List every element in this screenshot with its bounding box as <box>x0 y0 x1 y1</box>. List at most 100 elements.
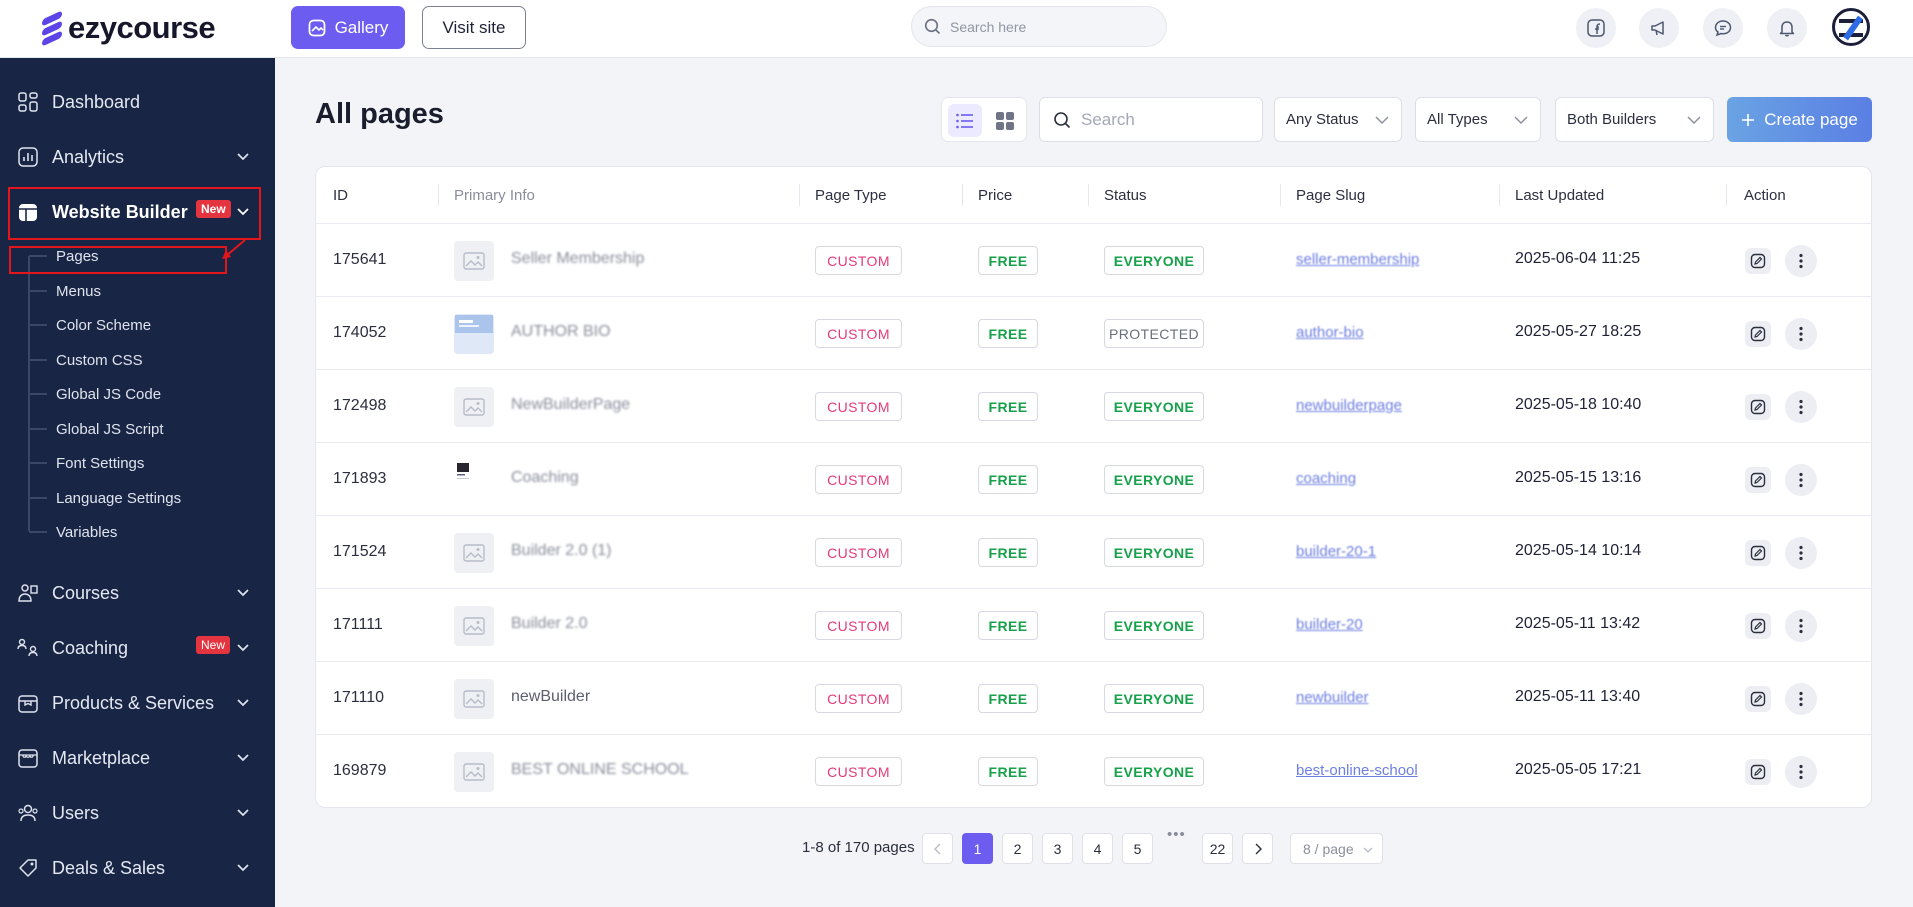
chat-icon[interactable] <box>1703 8 1743 48</box>
page-name[interactable]: Builder 2.0 (1) <box>511 542 612 560</box>
edit-page-button[interactable] <box>1745 321 1771 347</box>
pagination-ellipsis[interactable]: ••• <box>1167 826 1186 843</box>
submenu-item-global-js-code[interactable]: Global JS Code <box>28 381 161 407</box>
page-slug-link[interactable]: best-online-school <box>1296 762 1418 779</box>
submenu-item-language-settings[interactable]: Language Settings <box>28 485 181 511</box>
user-avatar[interactable] <box>1832 8 1870 46</box>
table-row[interactable]: 171524 Builder 2.0 (1) CUSTOM FREE EVERY… <box>316 516 1871 589</box>
table-row[interactable]: 171110 newBuilder CUSTOM FREE EVERYONE n… <box>316 662 1871 735</box>
edit-icon <box>1750 764 1766 780</box>
more-actions-button[interactable] <box>1785 756 1817 788</box>
page-slug-link[interactable]: newbuilderpage <box>1296 397 1402 414</box>
sidebar-item-analytics[interactable]: Analytics <box>0 135 275 179</box>
page-slug-link[interactable]: newbuilder <box>1296 689 1369 706</box>
chevron-down-icon <box>1363 847 1373 853</box>
page-thumbnail <box>454 241 494 281</box>
create-page-button[interactable]: Create page <box>1727 97 1872 142</box>
edit-page-button[interactable] <box>1745 540 1771 566</box>
edit-icon <box>1750 472 1766 488</box>
page-name[interactable]: Coaching <box>511 469 579 487</box>
more-actions-button[interactable] <box>1785 683 1817 715</box>
builder-filter-dropdown[interactable]: Both Builders <box>1555 97 1714 142</box>
submenu-item-custom-css[interactable]: Custom CSS <box>29 347 143 373</box>
gallery-button[interactable]: Gallery <box>291 6 405 49</box>
more-vertical-icon <box>1799 691 1803 707</box>
page-slug-link[interactable]: coaching <box>1296 470 1356 487</box>
submenu-item-font-settings[interactable]: Font Settings <box>28 450 144 476</box>
sidebar-item-marketplace[interactable]: Marketplace <box>0 736 275 780</box>
more-actions-button[interactable] <box>1785 391 1817 423</box>
next-page-button[interactable] <box>1242 833 1273 864</box>
edit-page-button[interactable] <box>1745 686 1771 712</box>
edit-page-button[interactable] <box>1745 394 1771 420</box>
page-type-tag: CUSTOM <box>815 392 902 421</box>
status-filter-dropdown[interactable]: Any Status <box>1274 97 1402 142</box>
sidebar-item-products-services[interactable]: Products & Services <box>0 681 275 725</box>
megaphone-icon[interactable] <box>1639 8 1679 48</box>
grid-view-button[interactable] <box>988 104 1022 137</box>
sidebar-item-coaching[interactable]: Coaching New <box>0 626 275 670</box>
submenu-item-menus[interactable]: Menus <box>28 278 101 304</box>
submenu-item-color-scheme[interactable]: Color Scheme <box>28 312 151 338</box>
image-placeholder-icon <box>463 617 485 635</box>
sidebar-item-courses[interactable]: Courses <box>0 571 275 615</box>
pages-search-input[interactable]: Search <box>1039 97 1263 142</box>
logo-mark-icon <box>40 10 64 47</box>
page-name[interactable]: NewBuilderPage <box>511 396 630 414</box>
chevron-down-icon <box>237 699 249 707</box>
page-button-5[interactable]: 5 <box>1122 833 1153 864</box>
table-row[interactable]: 169879 BEST ONLINE SCHOOL CUSTOM FREE EV… <box>316 735 1871 807</box>
page-type-tag: CUSTOM <box>815 757 902 786</box>
status-tag: EVERYONE <box>1104 757 1204 786</box>
price-tag: FREE <box>978 757 1038 786</box>
bell-icon[interactable] <box>1767 8 1807 48</box>
chevron-down-icon <box>1375 116 1389 124</box>
page-name[interactable]: AUTHOR BIO <box>511 323 611 341</box>
submenu-item-global-js-script[interactable]: Global JS Script <box>29 416 164 442</box>
edit-page-button[interactable] <box>1745 613 1771 639</box>
sidebar-item-deals-sales[interactable]: Deals & Sales <box>0 846 275 890</box>
page-thumbnail <box>454 679 494 719</box>
page-button-1[interactable]: 1 <box>962 833 993 864</box>
more-actions-button[interactable] <box>1785 610 1817 642</box>
table-row[interactable]: 175641 Seller Membership CUSTOM FREE EVE… <box>316 224 1871 297</box>
page-name[interactable]: Seller Membership <box>511 250 644 268</box>
facebook-icon[interactable] <box>1576 8 1616 48</box>
more-actions-button[interactable] <box>1785 318 1817 350</box>
page-size-select[interactable]: 8 / page <box>1290 833 1383 864</box>
list-view-button[interactable] <box>948 104 982 137</box>
brand-logo[interactable]: ezycourse <box>40 10 216 47</box>
table-row[interactable]: 171111 Builder 2.0 CUSTOM FREE EVERYONE … <box>316 589 1871 662</box>
page-name[interactable]: newBuilder <box>511 688 590 706</box>
visit-site-button[interactable]: Visit site <box>422 6 526 49</box>
page-slug-link[interactable]: author-bio <box>1296 324 1364 341</box>
page-button-2[interactable]: 2 <box>1002 833 1033 864</box>
submenu-item-variables[interactable]: Variables <box>28 519 117 545</box>
table-row[interactable]: 172498 NewBuilderPage CUSTOM FREE EVERYO… <box>316 370 1871 443</box>
page-button-3[interactable]: 3 <box>1042 833 1073 864</box>
edit-page-button[interactable] <box>1745 759 1771 785</box>
row-id: 171111 <box>333 616 383 633</box>
type-filter-dropdown[interactable]: All Types <box>1415 97 1541 142</box>
edit-page-button[interactable] <box>1745 248 1771 274</box>
prev-page-button[interactable] <box>922 833 953 864</box>
page-name[interactable]: BEST ONLINE SCHOOL <box>511 761 689 779</box>
table-row[interactable]: 171893 Coaching CUSTOM FREE EVERYONE coa… <box>316 443 1871 516</box>
table-row[interactable]: 174052 AUTHOR BIO CUSTOM FREE PROTECTED … <box>316 297 1871 370</box>
sidebar-item-dashboard[interactable]: Dashboard <box>0 80 275 124</box>
page-button-4[interactable]: 4 <box>1082 833 1113 864</box>
image-placeholder-icon <box>463 398 485 416</box>
more-actions-button[interactable] <box>1785 464 1817 496</box>
global-search-input[interactable]: Search here <box>911 6 1167 47</box>
page-slug-link[interactable]: builder-20-1 <box>1296 543 1376 560</box>
edit-page-button[interactable] <box>1745 467 1771 493</box>
more-actions-button[interactable] <box>1785 245 1817 277</box>
column-divider <box>1280 184 1281 206</box>
page-button-last[interactable]: 22 <box>1202 833 1233 864</box>
page-thumbnail <box>454 460 494 500</box>
page-name[interactable]: Builder 2.0 <box>511 615 588 633</box>
sidebar-item-users[interactable]: Users <box>0 791 275 835</box>
page-slug-link[interactable]: seller-membership <box>1296 251 1419 268</box>
more-actions-button[interactable] <box>1785 537 1817 569</box>
page-slug-link[interactable]: builder-20 <box>1296 616 1363 633</box>
